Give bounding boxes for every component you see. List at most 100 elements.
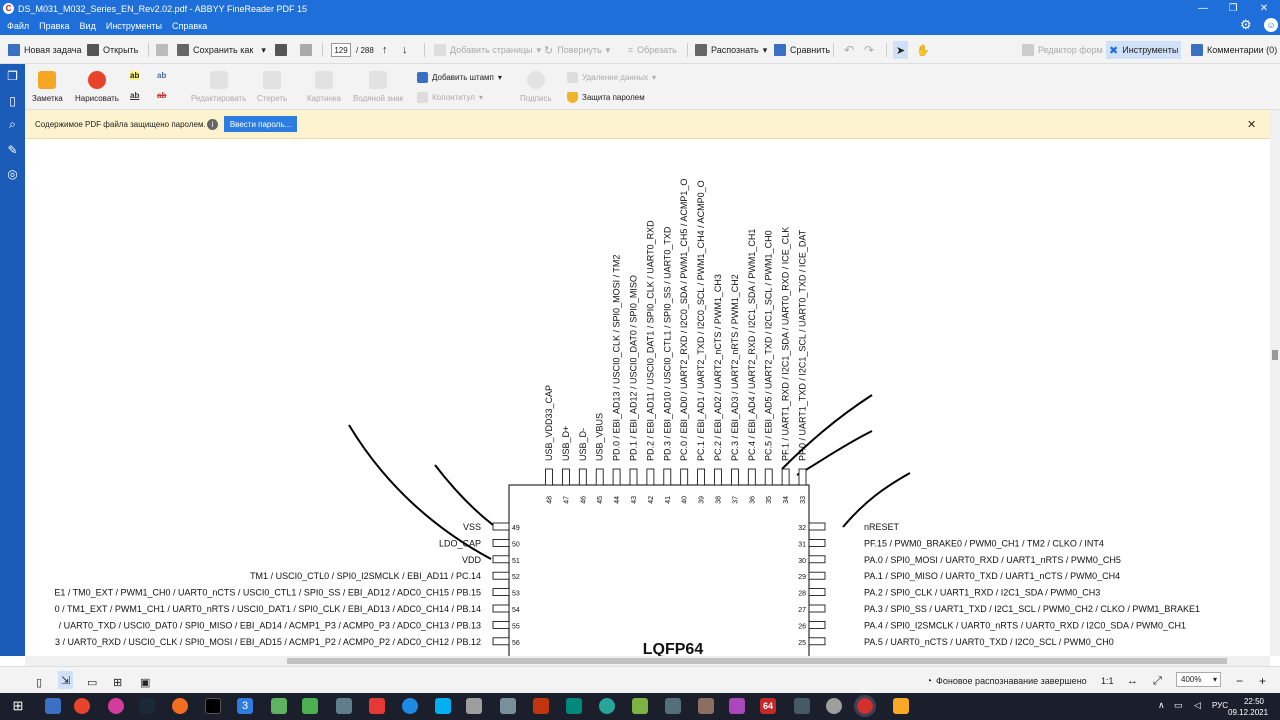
presentation-icon[interactable]: ▣: [140, 673, 150, 691]
recognize-button[interactable]: Распознать ▾: [695, 41, 767, 59]
tray-expand-icon[interactable]: ∧: [1158, 700, 1165, 711]
app-icon[interactable]: [336, 698, 352, 714]
language-indicator[interactable]: РУС: [1212, 701, 1228, 710]
picture-button[interactable]: Картинка: [307, 71, 341, 103]
new-task-button[interactable]: Новая задача: [8, 41, 81, 59]
add-stamp-button[interactable]: Добавить штамп ▾: [417, 72, 502, 83]
undo-icon[interactable]: ↶: [844, 41, 854, 59]
underline-button[interactable]: ab: [130, 91, 139, 100]
app-icon[interactable]: [402, 698, 418, 714]
app-badge-icon[interactable]: 3: [237, 698, 253, 714]
redo-icon[interactable]: ↷: [864, 41, 874, 59]
strikethrough-button[interactable]: ab: [157, 91, 166, 100]
header-footer-button[interactable]: Колонтитул ▾: [417, 92, 483, 103]
arrow-down-icon[interactable]: ↓: [402, 41, 408, 59]
search-icon[interactable]: ⌕: [5, 117, 20, 132]
app-icon[interactable]: [566, 698, 582, 714]
app-icon[interactable]: [665, 698, 681, 714]
save-icon-button[interactable]: [156, 41, 172, 59]
app-icon[interactable]: [632, 698, 648, 714]
app-icon[interactable]: [729, 698, 745, 714]
skype-icon[interactable]: [435, 698, 451, 714]
app-icon[interactable]: [599, 698, 615, 714]
info-icon[interactable]: i: [207, 119, 218, 130]
clock[interactable]: 22:50 09.12.2021: [1228, 696, 1268, 718]
save-as-button[interactable]: Сохранить как ▾: [177, 41, 266, 59]
app-icon[interactable]: [302, 698, 318, 714]
menu-file[interactable]: Файл: [7, 21, 29, 31]
maximize-button[interactable]: ❐: [1219, 0, 1247, 17]
zoom-select[interactable]: 400% ▾: [1176, 672, 1221, 687]
password-protection-button[interactable]: Защита паролем: [567, 92, 645, 103]
form-editor-button[interactable]: Редактор форм: [1022, 41, 1103, 59]
abbyy-finereader-icon[interactable]: [854, 695, 876, 717]
erase-button[interactable]: Стереть: [257, 71, 287, 103]
app-icon[interactable]: [533, 698, 549, 714]
network-icon[interactable]: ▭: [1174, 700, 1183, 711]
app-icon[interactable]: [108, 698, 124, 714]
menu-tools[interactable]: Инструменты: [106, 21, 162, 31]
app-icon[interactable]: [698, 698, 714, 714]
attachment-icon[interactable]: ✎: [5, 142, 20, 157]
stamp-icon[interactable]: ◎: [5, 166, 20, 181]
app-icon[interactable]: [826, 698, 842, 714]
windows-start-icon[interactable]: ⊞: [10, 698, 26, 714]
close-window-button[interactable]: ✕: [1250, 0, 1278, 17]
compare-button[interactable]: Сравнить: [774, 41, 830, 59]
app-icon[interactable]: [893, 698, 909, 714]
volume-icon[interactable]: ◁: [1194, 700, 1201, 711]
page-number-input[interactable]: 129: [331, 43, 351, 57]
vertical-scrollbar[interactable]: [1270, 110, 1280, 656]
app-64-icon[interactable]: 64: [760, 698, 776, 714]
single-page-icon[interactable]: ▯: [36, 673, 42, 691]
app-icon[interactable]: [500, 698, 516, 714]
highlight-button[interactable]: ab: [130, 71, 140, 80]
horizontal-scroll-thumb[interactable]: [287, 658, 1227, 664]
menu-help[interactable]: Справка: [172, 21, 207, 31]
tools-button[interactable]: ✖ Инструменты: [1106, 41, 1182, 59]
note-button[interactable]: Заметка: [32, 71, 63, 103]
app-icon[interactable]: [794, 698, 810, 714]
app-icon[interactable]: [271, 698, 287, 714]
chrome-icon[interactable]: [74, 698, 90, 714]
file-explorer-icon[interactable]: [45, 698, 61, 714]
firefox-icon[interactable]: [172, 698, 188, 714]
actual-size-button[interactable]: 1:1: [1101, 672, 1114, 690]
epic-games-icon[interactable]: [205, 698, 221, 714]
pages-icon[interactable]: ❐: [5, 68, 20, 83]
bookmark-icon[interactable]: ▯: [5, 93, 20, 108]
fit-page-icon[interactable]: ⤢: [1153, 672, 1162, 690]
arrow-up-icon[interactable]: ↑: [382, 41, 388, 59]
scroll-view-icon[interactable]: ⊞: [113, 673, 122, 691]
app-icon[interactable]: [466, 698, 482, 714]
account-icon[interactable]: ☺: [1264, 18, 1278, 32]
zoom-in-button[interactable]: +: [1259, 672, 1266, 690]
two-page-icon[interactable]: ▭: [87, 673, 97, 691]
add-pages-button[interactable]: Добавить страницы ▾: [434, 41, 541, 59]
menu-edit[interactable]: Правка: [39, 21, 69, 31]
menu-view[interactable]: Вид: [80, 21, 96, 31]
close-icon[interactable]: ✕: [1247, 118, 1256, 131]
signature-button[interactable]: Подпись: [520, 71, 552, 103]
horizontal-scrollbar[interactable]: [25, 656, 1270, 666]
app-icon[interactable]: [369, 698, 385, 714]
underline-wave-button[interactable]: ab: [157, 71, 166, 80]
select-cursor-icon[interactable]: ➤: [893, 41, 909, 59]
fit-width-icon[interactable]: ⇲: [58, 671, 74, 689]
draw-button[interactable]: Нарисовать: [75, 71, 119, 103]
vertical-scroll-thumb[interactable]: [1272, 350, 1278, 360]
comments-button[interactable]: Комментарии (0): [1191, 41, 1277, 59]
email-button[interactable]: [300, 41, 316, 59]
fit-width-arrows-icon[interactable]: ↔: [1127, 672, 1138, 690]
print-button[interactable]: [275, 41, 291, 59]
watermark-button[interactable]: Водяной знак: [353, 71, 403, 103]
edit-button[interactable]: Редактировать: [191, 71, 246, 103]
rotate-button[interactable]: ↻ Повернуть ▾: [544, 41, 610, 59]
enter-password-button[interactable]: Ввести пароль...: [224, 116, 297, 132]
crop-button[interactable]: ⌗ Обрезать: [628, 41, 677, 59]
zoom-out-button[interactable]: −: [1236, 672, 1243, 690]
open-button[interactable]: Открыть: [87, 41, 138, 59]
hand-tool-icon[interactable]: ✋: [916, 41, 930, 59]
steam-icon[interactable]: [139, 698, 155, 714]
gear-icon[interactable]: ⚙: [1240, 17, 1252, 33]
